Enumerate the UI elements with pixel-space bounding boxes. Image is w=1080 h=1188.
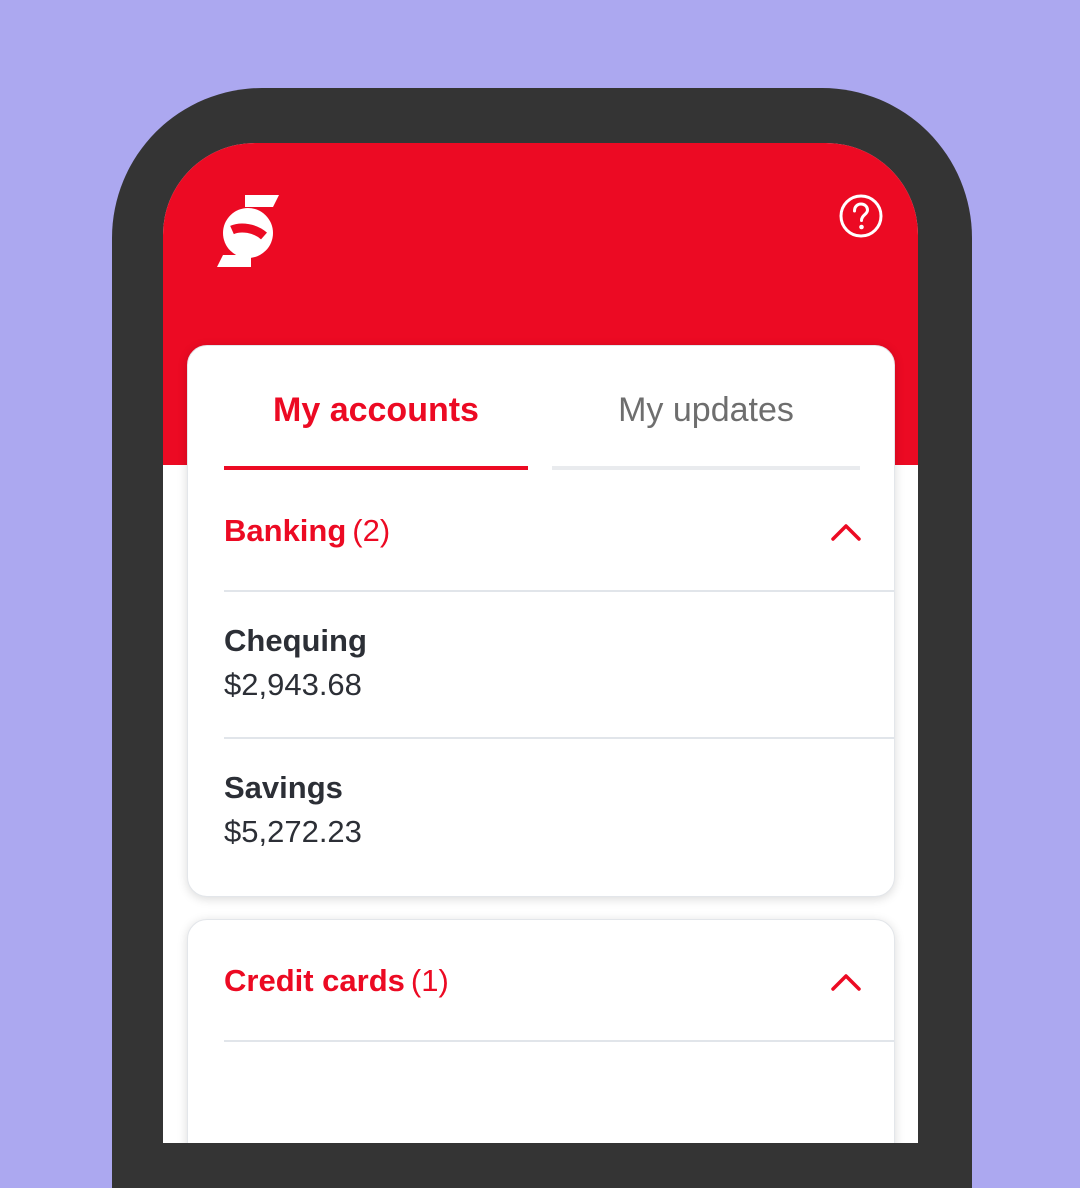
account-name: Chequing <box>224 623 367 658</box>
credit-cards-section-header[interactable]: Credit cards (1) <box>224 920 894 1042</box>
account-balance: $5,272.23 <box>224 814 362 849</box>
section-name: Banking <box>224 513 347 548</box>
chevron-up-icon[interactable] <box>830 972 862 992</box>
bank-logo <box>217 195 279 267</box>
section-count: (2) <box>352 513 391 548</box>
section-name: Credit cards <box>224 963 405 998</box>
account-name: Savings <box>224 770 343 805</box>
credit-cards-card: Credit cards (1) <box>187 919 895 1143</box>
accounts-card: My accounts My updates Banking (2) Chequi… <box>187 345 895 897</box>
account-tabs: My accounts My updates <box>224 346 860 470</box>
tab-my-updates[interactable]: My updates <box>552 346 860 470</box>
section-title: Banking (2) <box>224 512 390 550</box>
app-screen: My accounts My updates Banking (2) Chequi… <box>163 143 918 1143</box>
account-row-savings[interactable]: Savings $5,272.23 <box>224 739 894 884</box>
banking-section-header[interactable]: Banking (2) <box>224 470 894 592</box>
account-balance: $2,943.68 <box>224 667 362 702</box>
tab-label: My accounts <box>273 391 479 429</box>
section-count: (1) <box>410 963 449 998</box>
chevron-up-icon[interactable] <box>830 522 862 542</box>
account-row-chequing[interactable]: Chequing $2,943.68 <box>224 592 894 739</box>
section-title: Credit cards (1) <box>224 962 449 1000</box>
tab-my-accounts[interactable]: My accounts <box>224 346 528 470</box>
question-circle-icon[interactable] <box>838 193 884 239</box>
tab-label: My updates <box>618 391 794 429</box>
